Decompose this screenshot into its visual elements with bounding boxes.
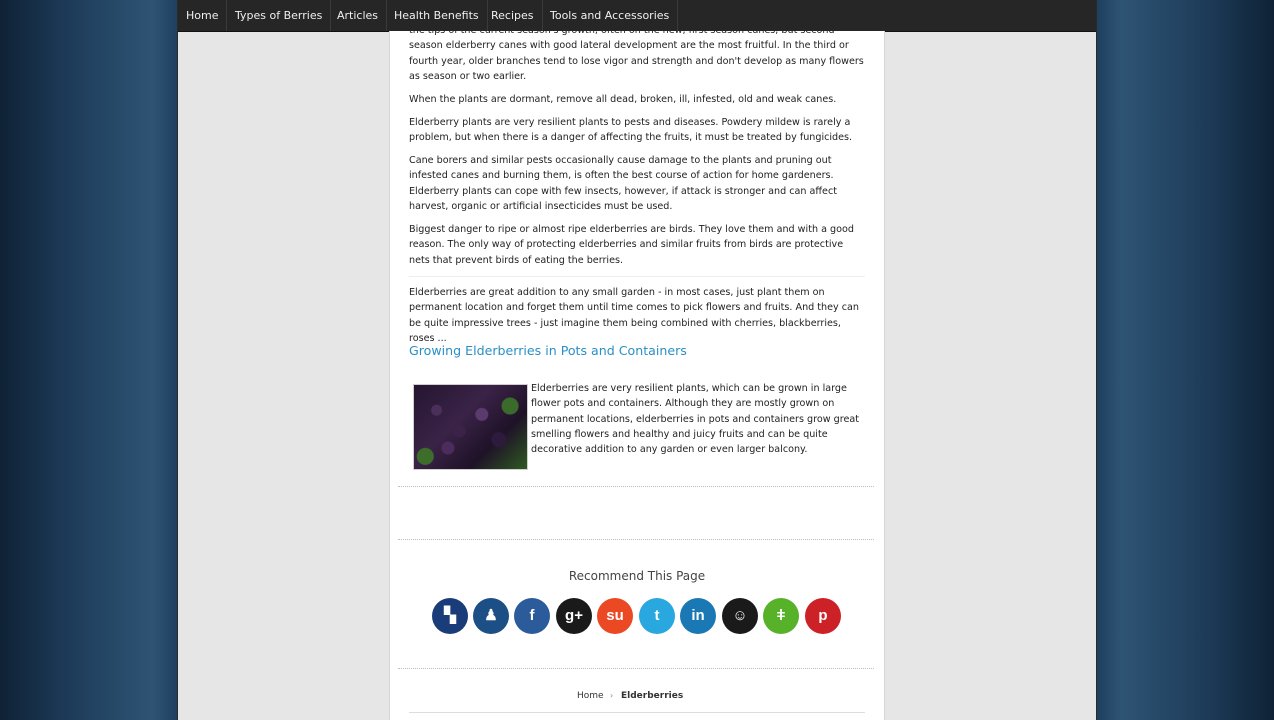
section-text: Elderberries are very resilient plants, … — [531, 383, 859, 456]
elderberry-image[interactable] — [413, 384, 528, 470]
nav-tools-and-accessories[interactable]: Tools and Accessories — [542, 0, 679, 31]
article-content: the tips of the current season's growth,… — [389, 31, 885, 720]
google-plus-icon[interactable]: g+ — [556, 598, 592, 634]
article-paragraph: When the plants are dormant, remove all … — [409, 94, 837, 105]
pinterest-icon[interactable]: p — [805, 598, 841, 634]
section-heading: Growing Elderberries in Pots and Contain… — [409, 343, 687, 358]
article-paragraph: the tips of the current season's growth,… — [409, 31, 864, 82]
nav-recipes[interactable]: Recipes — [483, 0, 543, 31]
article-summary: Elderberries are great addition to any s… — [409, 287, 859, 344]
section-divider — [409, 276, 865, 277]
footer-divider — [409, 712, 865, 713]
stumbleupon-icon[interactable]: su — [597, 598, 633, 634]
breadcrumb-home[interactable]: Home — [577, 691, 604, 701]
article-paragraph: Biggest danger to ripe or almost ripe el… — [409, 224, 854, 266]
top-navigation: Home Types of Berries Articles Health Be… — [178, 0, 1096, 32]
reddit-icon[interactable]: ☺ — [722, 598, 758, 634]
nav-types-of-berries[interactable]: Types of Berries — [227, 0, 332, 31]
nav-health-benefits[interactable]: Health Benefits — [386, 0, 488, 31]
nav-home[interactable]: Home — [178, 0, 228, 31]
evernote-icon[interactable]: ǂ — [763, 598, 799, 634]
article-paragraph: Cane borers and similar pests occasional… — [409, 155, 837, 212]
page-frame-left — [177, 0, 178, 720]
breadcrumb-current: Elderberries — [621, 691, 684, 701]
page-frame-right — [1096, 0, 1097, 720]
nav-articles[interactable]: Articles — [329, 0, 388, 31]
dotted-divider — [398, 668, 874, 669]
twitter-icon[interactable]: t — [639, 598, 675, 634]
chevron-right-icon: › — [610, 691, 614, 700]
linkedin-icon[interactable]: in — [680, 598, 716, 634]
delicious-icon[interactable]: ▚ — [432, 598, 468, 634]
digg-icon[interactable]: ♟ — [473, 598, 509, 634]
dotted-divider — [398, 486, 874, 487]
facebook-icon[interactable]: f — [514, 598, 550, 634]
recommend-title: Recommend This Page — [568, 569, 706, 583]
dotted-divider — [398, 539, 874, 540]
article-paragraph: Elderberry plants are very resilient pla… — [409, 117, 853, 144]
